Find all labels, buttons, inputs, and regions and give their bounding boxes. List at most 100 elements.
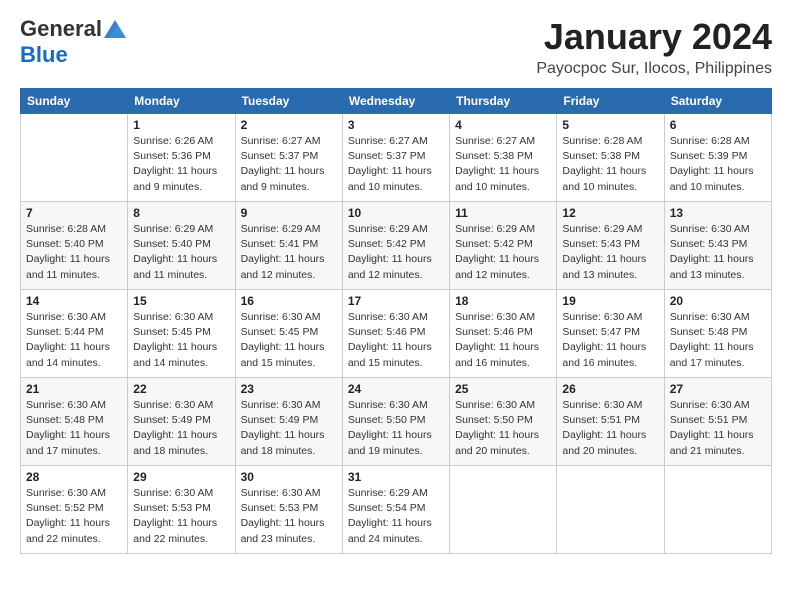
day-info: Sunrise: 6:30 AM Sunset: 5:51 PM Dayligh… [562, 398, 658, 459]
calendar-cell [664, 466, 771, 554]
logo-icon [104, 20, 126, 38]
day-info: Sunrise: 6:30 AM Sunset: 5:45 PM Dayligh… [241, 310, 337, 371]
calendar-cell: 9 Sunrise: 6:29 AM Sunset: 5:41 PM Daylig… [235, 202, 342, 290]
day-info: Sunrise: 6:29 AM Sunset: 5:40 PM Dayligh… [133, 222, 229, 283]
week-row-3: 14Sunrise: 6:30 AM Sunset: 5:44 PM Dayli… [21, 290, 772, 378]
calendar-cell: 24Sunrise: 6:30 AM Sunset: 5:50 PM Dayli… [342, 378, 449, 466]
calendar-cell: 5 Sunrise: 6:28 AM Sunset: 5:38 PM Daylig… [557, 114, 664, 202]
day-info: Sunrise: 6:30 AM Sunset: 5:49 PM Dayligh… [133, 398, 229, 459]
day-number: 12 [562, 206, 658, 220]
day-info: Sunrise: 6:30 AM Sunset: 5:49 PM Dayligh… [241, 398, 337, 459]
calendar-cell: 17 Sunrise: 6:30 AM Sunset: 5:46 PM Dayli… [342, 290, 449, 378]
page: General Blue January 2024 Payocpoc Sur, … [0, 0, 792, 612]
day-info: Sunrise: 6:28 AM Sunset: 5:40 PM Dayligh… [26, 222, 122, 283]
day-info: Sunrise: 6:29 AM Sunset: 5:54 PM Dayligh… [348, 486, 444, 547]
main-title: January 2024 [536, 16, 772, 58]
day-number: 20 [670, 294, 766, 308]
calendar: SundayMondayTuesdayWednesdayThursdayFrid… [20, 88, 772, 554]
calendar-cell: 15 Sunrise: 6:30 AM Sunset: 5:45 PM Dayli… [128, 290, 235, 378]
calendar-cell: 16 Sunrise: 6:30 AM Sunset: 5:45 PM Dayli… [235, 290, 342, 378]
day-info: Sunrise: 6:30 AM Sunset: 5:43 PM Dayligh… [670, 222, 766, 283]
day-number: 1 [133, 118, 229, 132]
day-info: Sunrise: 6:27 AM Sunset: 5:37 PM Dayligh… [241, 134, 337, 195]
calendar-cell: 11 Sunrise: 6:29 AM Sunset: 5:42 PM Dayli… [450, 202, 557, 290]
logo: General Blue [20, 16, 126, 68]
day-number: 28 [26, 470, 122, 484]
calendar-header-row: SundayMondayTuesdayWednesdayThursdayFrid… [21, 89, 772, 114]
calendar-cell: 8 Sunrise: 6:29 AM Sunset: 5:40 PM Daylig… [128, 202, 235, 290]
subtitle: Payocpoc Sur, Ilocos, Philippines [536, 60, 772, 78]
day-number: 21 [26, 382, 122, 396]
calendar-cell: 14Sunrise: 6:30 AM Sunset: 5:44 PM Dayli… [21, 290, 128, 378]
day-number: 23 [241, 382, 337, 396]
day-info: Sunrise: 6:30 AM Sunset: 5:48 PM Dayligh… [26, 398, 122, 459]
calendar-cell: 28 Sunrise: 6:30 AM Sunset: 5:52 PM Dayli… [21, 466, 128, 554]
calendar-cell [21, 114, 128, 202]
day-header-sunday: Sunday [21, 89, 128, 114]
day-number: 2 [241, 118, 337, 132]
day-info: Sunrise: 6:29 AM Sunset: 5:41 PM Dayligh… [241, 222, 337, 283]
day-number: 22 [133, 382, 229, 396]
day-info: Sunrise: 6:27 AM Sunset: 5:38 PM Dayligh… [455, 134, 551, 195]
day-number: 9 [241, 206, 337, 220]
calendar-cell: 20 Sunrise: 6:30 AM Sunset: 5:48 PM Dayli… [664, 290, 771, 378]
day-header-saturday: Saturday [664, 89, 771, 114]
logo-general-text: General [20, 16, 102, 42]
calendar-cell: 30Sunrise: 6:30 AM Sunset: 5:53 PM Dayli… [235, 466, 342, 554]
calendar-cell: 7 Sunrise: 6:28 AM Sunset: 5:40 PM Daylig… [21, 202, 128, 290]
day-header-monday: Monday [128, 89, 235, 114]
day-info: Sunrise: 6:30 AM Sunset: 5:52 PM Dayligh… [26, 486, 122, 547]
calendar-cell: 6Sunrise: 6:28 AM Sunset: 5:39 PM Daylig… [664, 114, 771, 202]
calendar-cell: 4Sunrise: 6:27 AM Sunset: 5:38 PM Daylig… [450, 114, 557, 202]
calendar-cell: 29 Sunrise: 6:30 AM Sunset: 5:53 PM Dayli… [128, 466, 235, 554]
day-number: 27 [670, 382, 766, 396]
day-number: 17 [348, 294, 444, 308]
day-info: Sunrise: 6:29 AM Sunset: 5:42 PM Dayligh… [348, 222, 444, 283]
day-number: 18 [455, 294, 551, 308]
day-number: 8 [133, 206, 229, 220]
day-info: Sunrise: 6:30 AM Sunset: 5:53 PM Dayligh… [133, 486, 229, 547]
day-number: 31 [348, 470, 444, 484]
calendar-cell [450, 466, 557, 554]
day-info: Sunrise: 6:30 AM Sunset: 5:50 PM Dayligh… [455, 398, 551, 459]
calendar-cell: 21 Sunrise: 6:30 AM Sunset: 5:48 PM Dayli… [21, 378, 128, 466]
calendar-cell: 27 Sunrise: 6:30 AM Sunset: 5:51 PM Dayli… [664, 378, 771, 466]
day-header-wednesday: Wednesday [342, 89, 449, 114]
day-number: 25 [455, 382, 551, 396]
day-info: Sunrise: 6:30 AM Sunset: 5:46 PM Dayligh… [348, 310, 444, 371]
day-number: 16 [241, 294, 337, 308]
week-row-5: 28 Sunrise: 6:30 AM Sunset: 5:52 PM Dayli… [21, 466, 772, 554]
calendar-cell: 31 Sunrise: 6:29 AM Sunset: 5:54 PM Dayli… [342, 466, 449, 554]
day-info: Sunrise: 6:29 AM Sunset: 5:43 PM Dayligh… [562, 222, 658, 283]
calendar-cell [557, 466, 664, 554]
calendar-cell: 10 Sunrise: 6:29 AM Sunset: 5:42 PM Dayli… [342, 202, 449, 290]
day-number: 11 [455, 206, 551, 220]
day-number: 15 [133, 294, 229, 308]
day-info: Sunrise: 6:30 AM Sunset: 5:44 PM Dayligh… [26, 310, 122, 371]
day-info: Sunrise: 6:26 AM Sunset: 5:36 PM Dayligh… [133, 134, 229, 195]
week-row-1: 1 Sunrise: 6:26 AM Sunset: 5:36 PM Daylig… [21, 114, 772, 202]
week-row-2: 7 Sunrise: 6:28 AM Sunset: 5:40 PM Daylig… [21, 202, 772, 290]
day-header-friday: Friday [557, 89, 664, 114]
day-number: 26 [562, 382, 658, 396]
header: General Blue January 2024 Payocpoc Sur, … [20, 16, 772, 78]
day-info: Sunrise: 6:29 AM Sunset: 5:42 PM Dayligh… [455, 222, 551, 283]
day-info: Sunrise: 6:28 AM Sunset: 5:39 PM Dayligh… [670, 134, 766, 195]
day-info: Sunrise: 6:30 AM Sunset: 5:51 PM Dayligh… [670, 398, 766, 459]
calendar-cell: 13Sunrise: 6:30 AM Sunset: 5:43 PM Dayli… [664, 202, 771, 290]
calendar-cell: 12 Sunrise: 6:29 AM Sunset: 5:43 PM Dayli… [557, 202, 664, 290]
day-number: 24 [348, 382, 444, 396]
title-block: January 2024 Payocpoc Sur, Ilocos, Phili… [536, 16, 772, 78]
day-number: 19 [562, 294, 658, 308]
day-info: Sunrise: 6:30 AM Sunset: 5:46 PM Dayligh… [455, 310, 551, 371]
day-info: Sunrise: 6:28 AM Sunset: 5:38 PM Dayligh… [562, 134, 658, 195]
day-info: Sunrise: 6:30 AM Sunset: 5:48 PM Dayligh… [670, 310, 766, 371]
day-info: Sunrise: 6:30 AM Sunset: 5:53 PM Dayligh… [241, 486, 337, 547]
day-number: 5 [562, 118, 658, 132]
day-info: Sunrise: 6:30 AM Sunset: 5:47 PM Dayligh… [562, 310, 658, 371]
week-row-4: 21 Sunrise: 6:30 AM Sunset: 5:48 PM Dayli… [21, 378, 772, 466]
day-number: 10 [348, 206, 444, 220]
day-number: 29 [133, 470, 229, 484]
day-info: Sunrise: 6:30 AM Sunset: 5:45 PM Dayligh… [133, 310, 229, 371]
day-number: 7 [26, 206, 122, 220]
